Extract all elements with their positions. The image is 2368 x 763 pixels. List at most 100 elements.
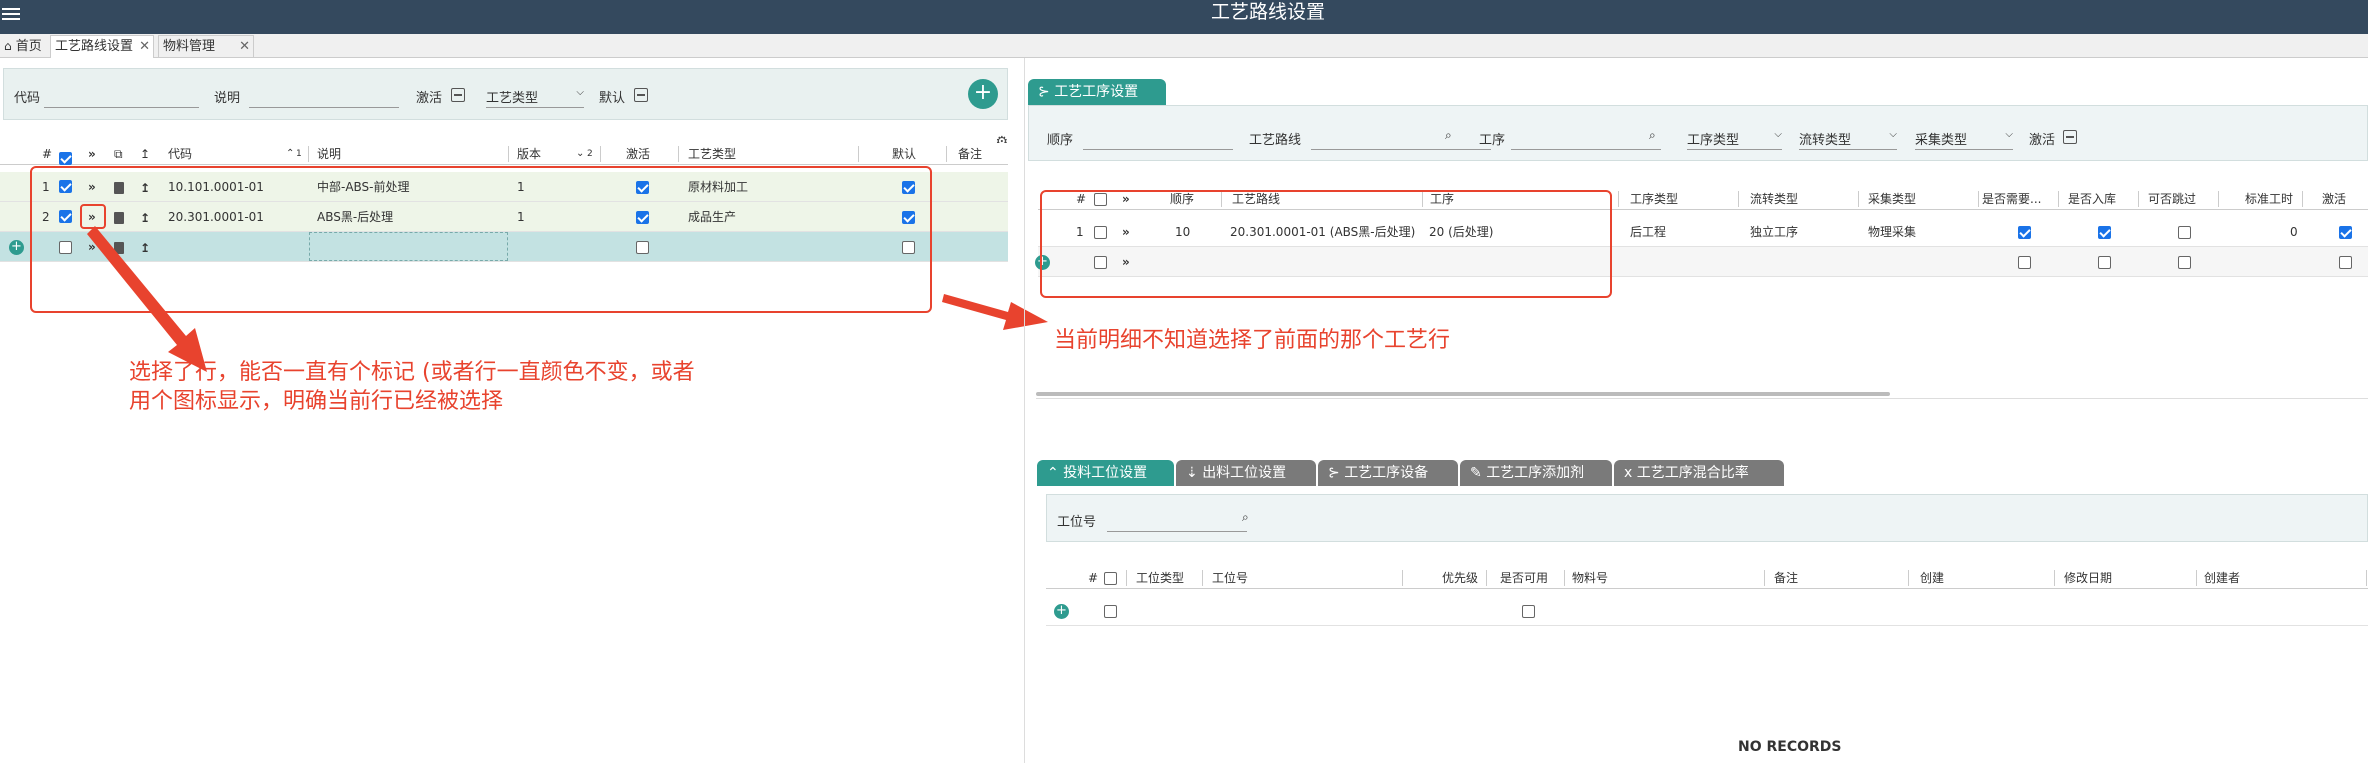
active-checkbox[interactable] [2339, 256, 2352, 269]
flow-type-header[interactable]: 流转类型 [1750, 188, 1798, 209]
station-grid-header: # 工位类型 工位号 优先级 是否可用 物料号 备注 创建 修改日期 创建者 [1046, 567, 2368, 589]
col-divider [1402, 570, 1403, 586]
skip-header[interactable]: 可否跳过 [2148, 188, 2196, 209]
col-divider [1738, 191, 1739, 207]
col-divider [2218, 191, 2219, 207]
col-divider [2302, 191, 2303, 207]
tab-process-settings-label: 工艺工序设置 [1054, 84, 1139, 100]
proc-type-header[interactable]: 工序类型 [1630, 188, 1678, 209]
modified-header[interactable]: 修改日期 [2064, 567, 2112, 588]
need-header[interactable]: 是否需要... [1982, 188, 2057, 209]
tab-mix-ratio-label: 工艺工序混合比率 [1636, 465, 1749, 481]
tab-discharge-station[interactable]: ⇣ 出料工位设置 [1176, 460, 1316, 486]
tab-discharge-station-label: 出料工位设置 [1202, 465, 1287, 481]
annotation-text: 选择了行，能否一直有个标记 (或者行一直颜色不变，或者 用个图标显示，明确当前行… [129, 358, 695, 416]
process-filter-bar: 顺序 工艺路线 ⌕ 工序 ⌕ 工序类型 ⌵ 流转类型 ⌵ 采集类型 ⌵ 激活 [1028, 105, 2368, 161]
instock-header[interactable]: 是否入库 [2068, 188, 2116, 209]
tab-process-equipment-label: 工艺工序设备 [1344, 465, 1429, 481]
station-no-header[interactable]: 工位号 [1212, 567, 1248, 588]
seq-filter-label: 顺序 [1047, 133, 1074, 148]
station-grid: # 工位类型 工位号 优先级 是否可用 物料号 备注 创建 修改日期 创建者 + [1046, 567, 2368, 647]
station-type-header[interactable]: 工位类型 [1136, 567, 1184, 588]
proc-filter-input[interactable] [1511, 149, 1661, 150]
col-divider [1978, 191, 1979, 207]
add-row-icon[interactable]: + [1054, 604, 1069, 619]
station-filter-bar: 工位号 ⌕ [1046, 494, 2368, 542]
collect-type-cell: 物理采集 [1868, 225, 1917, 239]
col-divider [1202, 570, 1203, 586]
lookup-icon[interactable]: ⌕ [1445, 128, 1452, 143]
row-checkbox[interactable] [1104, 605, 1117, 618]
active-header[interactable]: 激活 [2322, 188, 2346, 209]
col-divider [1908, 570, 1909, 586]
proc-type-select-label: 工序类型 [1687, 133, 1740, 148]
col-divider [1564, 570, 1565, 586]
instock-checkbox[interactable] [2098, 226, 2111, 239]
station-filter-label: 工位号 [1057, 515, 1097, 530]
collect-type-underline [1915, 149, 2013, 150]
need-checkbox[interactable] [2018, 226, 2031, 239]
available-checkbox[interactable] [1522, 605, 1535, 618]
new-row[interactable]: + [1046, 596, 2368, 626]
feed-icon: ⌃ [1047, 465, 1059, 481]
material-header[interactable]: 物料号 [1572, 567, 1608, 588]
col-divider [1858, 191, 1859, 207]
created-header[interactable]: 创建 [1920, 567, 1944, 588]
proc-type-select[interactable]: 工序类型 ⌵ [1687, 129, 1782, 148]
col-divider [1486, 570, 1487, 586]
lookup-icon[interactable]: ⌕ [1242, 510, 1249, 525]
tab-feed-station[interactable]: ⌃ 投料工位设置 [1037, 460, 1174, 486]
route-icon: ⊱ [1328, 465, 1340, 481]
col-divider [2058, 191, 2059, 207]
available-header[interactable]: 是否可用 [1500, 567, 1548, 588]
instock-checkbox[interactable] [2098, 256, 2111, 269]
collect-type-select[interactable]: 采集类型 ⌵ [1915, 129, 2013, 148]
ratio-icon: x [1624, 465, 1633, 481]
tab-process-equipment[interactable]: ⊱ 工艺工序设备 [1318, 460, 1458, 486]
need-checkbox[interactable] [2018, 256, 2031, 269]
annotation-line: 用个图标显示，明确当前行已经被选择 [129, 389, 504, 414]
collect-type-header[interactable]: 采集类型 [1868, 188, 1916, 209]
tab-mix-ratio[interactable]: x 工艺工序混合比率 [1614, 460, 1784, 486]
seq-filter-input[interactable] [1083, 149, 1233, 150]
route-filter-input[interactable] [1311, 149, 1491, 150]
flow-type-select-label: 流转类型 [1799, 133, 1852, 148]
annotation-line: 选择了行，能否一直有个标记 (或者行一直颜色不变，或者 [129, 360, 695, 385]
chevron-down-icon: ⌵ [1889, 129, 1897, 140]
discharge-icon: ⇣ [1186, 465, 1198, 481]
active-filter-label: 激活 [2029, 133, 2056, 148]
active-filter-toggle[interactable] [2063, 130, 2077, 144]
hash-header: # [1088, 571, 1099, 585]
col-divider [2054, 570, 2055, 586]
lookup-icon[interactable]: ⌕ [1649, 128, 1656, 143]
std-time-header[interactable]: 标准工时 [2245, 188, 2293, 209]
creator-header[interactable]: 创建者 [2204, 567, 2240, 588]
col-divider [1126, 570, 1127, 586]
skip-checkbox[interactable] [2178, 256, 2191, 269]
tab-process-additive[interactable]: ✎ 工艺工序添加剂 [1460, 460, 1612, 486]
annotation-box [1040, 190, 1612, 298]
col-divider [2366, 570, 2367, 586]
tab-feed-station-label: 投料工位设置 [1063, 465, 1148, 481]
priority-header[interactable]: 优先级 [1442, 567, 1478, 588]
flow-type-select[interactable]: 流转类型 ⌵ [1799, 129, 1897, 148]
empty-state-text: NO RECORDS [1738, 739, 1842, 755]
tab-process-settings[interactable]: ⊱ 工艺工序设置 [1028, 79, 1166, 105]
col-divider [1764, 570, 1765, 586]
annotation-text: 当前明细不知道选择了前面的那个工艺行 [1054, 328, 1451, 353]
collect-type-select-label: 采集类型 [1915, 133, 1968, 148]
route-icon: ⊱ [1038, 84, 1050, 100]
skip-checkbox[interactable] [2178, 226, 2191, 239]
station-filter-input[interactable] [1107, 531, 1247, 532]
proc-type-cell: 后工程 [1630, 225, 1667, 239]
proc-type-underline [1687, 149, 1782, 150]
tab-process-additive-label: 工艺工序添加剂 [1486, 465, 1585, 481]
horizontal-scrollbar[interactable] [1036, 392, 1890, 396]
flow-type-cell: 独立工序 [1750, 225, 1799, 239]
remark-header[interactable]: 备注 [1774, 567, 1798, 588]
pencil-icon: ✎ [1470, 465, 1482, 481]
active-checkbox[interactable] [2339, 226, 2352, 239]
col-divider [2138, 191, 2139, 207]
select-all-checkbox[interactable] [1104, 572, 1117, 585]
arrow-shape [87, 226, 207, 372]
